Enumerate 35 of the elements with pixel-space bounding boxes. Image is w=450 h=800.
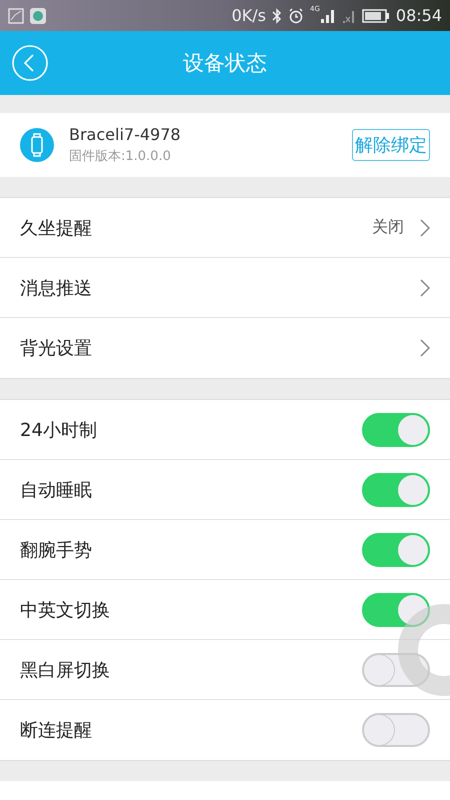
toggle-switch[interactable] (362, 472, 430, 506)
switch-label: 中英文切换 (20, 598, 111, 622)
firmware-version: 固件版本:1.0.0.0 (69, 148, 172, 165)
settings-item[interactable]: 背光设置 (0, 318, 450, 378)
clock: 08:54 (396, 6, 442, 25)
item-label: 久坐提醒 (20, 216, 93, 240)
switch-label: 断连提醒 (20, 719, 93, 742)
signal-icon (320, 8, 336, 24)
switch-label: 自动睡眠 (20, 478, 93, 502)
switch-label: 黑白屏切换 (20, 658, 111, 682)
toggle-switch[interactable] (362, 412, 430, 446)
bluetooth-icon (272, 8, 282, 24)
alarm-icon (288, 8, 304, 24)
watch-icon (20, 128, 54, 162)
device-name: Braceli7-4978 (69, 125, 182, 144)
toggle-switch[interactable] (362, 532, 430, 566)
image-icon (8, 8, 24, 24)
switch-label: 24小时制 (20, 418, 98, 442)
app-icon (30, 8, 46, 24)
item-label: 消息推送 (20, 276, 93, 300)
item-value: 关闭 (372, 217, 404, 238)
toggle-switch[interactable] (362, 713, 430, 747)
switch-label: 翻腕手势 (20, 538, 93, 562)
page-title: 设备状态 (183, 50, 267, 77)
chevron-icon (420, 218, 430, 236)
toggle-switch[interactable] (362, 652, 430, 686)
network-speed: 0K/s (232, 6, 266, 25)
battery-icon (362, 8, 390, 22)
toggle-switch[interactable] (362, 592, 430, 626)
chevron-icon (420, 339, 430, 357)
settings-item[interactable]: 久坐提醒 关闭 (0, 198, 450, 258)
settings-item[interactable]: 消息推送 (0, 258, 450, 318)
back-button[interactable] (12, 45, 48, 81)
chevron-icon (420, 278, 430, 296)
item-label: 背光设置 (20, 337, 93, 360)
